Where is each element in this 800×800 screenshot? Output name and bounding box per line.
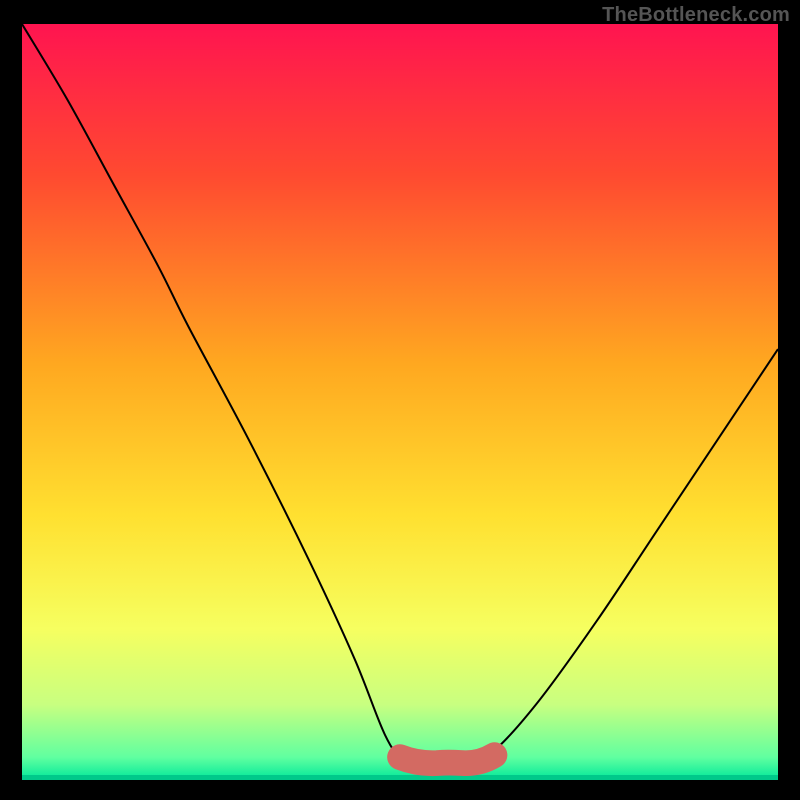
plot-area (22, 24, 778, 780)
chart-svg (22, 24, 778, 780)
gradient-background (22, 24, 778, 780)
chart-frame: TheBottleneck.com (0, 0, 800, 800)
baseline-strip (22, 775, 778, 780)
flat-bottom-marker (400, 755, 495, 763)
watermark-text: TheBottleneck.com (602, 4, 790, 27)
